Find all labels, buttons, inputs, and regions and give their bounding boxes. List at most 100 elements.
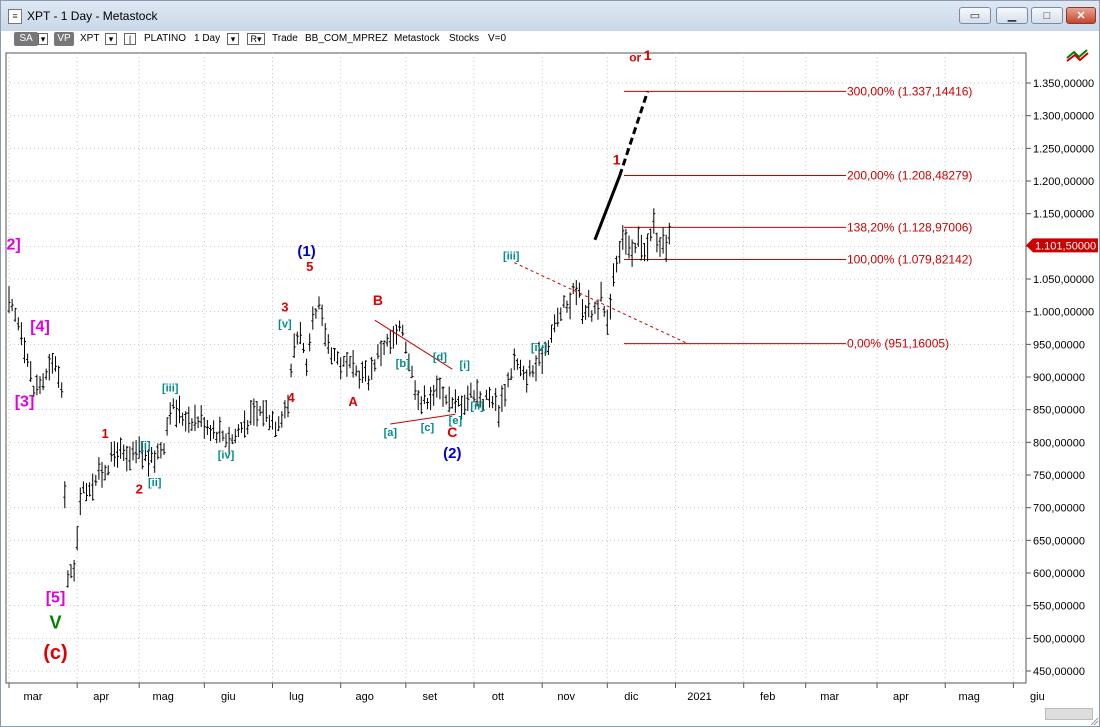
x-tick-label: nov [557,691,575,703]
y-tick-label: 1.050,00000 [1033,274,1094,286]
x-tick-label: apr [93,691,109,703]
restore-layout-button[interactable]: ▭ [959,7,991,24]
data-source: Metastock [394,33,440,44]
horizontal-scrollbar[interactable] [1045,708,1093,720]
sa-dropdown[interactable]: ▾ [38,33,48,45]
y-tick-label: 700,00000 [1033,503,1085,515]
x-tick-label: 2021 [687,691,711,703]
y-tick-label: 500,00000 [1033,633,1085,645]
symbol-dropdown[interactable]: ▾ [105,33,117,45]
wave-label: V [49,613,61,633]
wave-label: [iv] [531,342,548,354]
vp-button[interactable]: VP [54,32,74,46]
wave-label: [i] [140,440,151,452]
wave-label: [4] [30,318,50,335]
chart-tools-icon [1066,49,1089,62]
instrument-name: PLATINO [144,33,187,44]
x-tick-label: set [422,691,437,703]
x-tick-label: ott [492,691,504,703]
title-bar[interactable]: ≡ XPT - 1 Day - Metastock ▭ ▁ □ ✕ [1,1,1099,32]
volume-label: V=0 [488,33,507,44]
y-tick-label: 1.350,00000 [1033,78,1094,90]
y-tick-label: 950,00000 [1033,339,1085,351]
trade-mode[interactable]: Trade [272,32,298,46]
wave-label: [ii] [148,477,162,489]
y-tick-label: 1.250,00000 [1033,143,1094,155]
chevron-down-icon: ▾ [230,34,236,44]
period-dropdown[interactable]: ▾ [227,33,239,45]
layout-name: BB_COM_MPREZ [305,33,388,44]
x-tick-label: feb [760,691,775,703]
x-tick-label: mag [958,691,979,703]
fib-level-label: 138,20% (1.128,97006) [847,220,972,234]
wave-label: (c) [43,642,67,664]
y-tick-label: 900,00000 [1033,372,1085,384]
x-tick-label: mar [820,691,839,703]
y-tick-label: 650,00000 [1033,535,1085,547]
wave-label: [v] [278,318,292,330]
wave-label: 2] [7,237,21,254]
wave-label: (2) [443,445,461,462]
window-title: XPT - 1 Day - Metastock [27,9,158,23]
x-tick-label: mag [152,691,173,703]
wave-label: 5 [306,259,313,274]
category-label: Stocks [449,33,480,44]
layout-icon: ▭ [969,10,981,22]
maximize-button[interactable]: □ [1031,7,1063,24]
wave-label: [c] [421,422,435,434]
y-tick-label: 450,00000 [1033,666,1085,678]
close-button[interactable]: ✕ [1066,7,1096,24]
x-tick-label: giu [1030,691,1045,703]
document-icon: ≡ [8,9,22,24]
fib-level-label: 200,00% (1.208,48279) [847,168,972,182]
y-tick-label: 800,00000 [1033,437,1085,449]
sa-button[interactable]: SA [14,32,38,46]
price-chart[interactable]: 450,00000 500,00000 550,00000 600,00000 650,… [1,49,1099,726]
x-tick-label: apr [893,691,909,703]
chevron-down-icon: ▾ [108,34,114,44]
chart-canvas[interactable]: 450,00000 500,00000 550,00000 600,00000 650,… [1,49,1099,726]
y-tick-label: 1.200,00000 [1033,176,1094,188]
wave-label: [a] [384,427,398,439]
wave-label: (1) [297,243,315,260]
period-label[interactable]: 1 Day [194,32,220,46]
minimize-icon: ▁ [1007,10,1017,22]
wave-label: A [348,394,358,409]
chart-toolbar: SA ▾ VP XPT ▾ | PLATINO 1 Day ▾ R▾ Trade… [1,31,1099,49]
y-tick-label: 1.300,00000 [1033,111,1094,123]
wave-label: C [447,424,457,440]
bar-style-icon: | [128,34,132,44]
fib-level-label: 300,00% (1.337,14416) [847,84,972,98]
wave-label: 3 [281,300,288,315]
x-tick-label: mar [24,691,43,703]
wave-label: 1 [613,152,621,168]
x-tick-label: giu [221,691,236,703]
wave-label: 2 [136,481,143,496]
wave-label: 1 [644,49,652,63]
wave-label: [iii] [162,382,179,394]
wave-label: B [373,292,383,308]
y-tick-label: 750,00000 [1033,470,1085,482]
resize-grip-icon[interactable] [1089,716,1099,726]
fib-level-label: 100,00% (1.079,82142) [847,253,972,267]
bar-style-button[interactable]: | [124,33,136,45]
y-tick-label: 600,00000 [1033,568,1085,580]
minimize-button[interactable]: ▁ [996,7,1028,24]
wave-label: [iv] [218,450,235,462]
y-tick-label: 850,00000 [1033,405,1085,417]
wave-label: [iii] [503,250,520,262]
wave-label: 1 [101,426,108,441]
close-icon: ✕ [1076,10,1086,22]
wave-label: 4 [287,390,295,405]
wave-label: [ii] [470,401,484,413]
symbol-label[interactable]: XPT [80,32,99,46]
last-price-label: 1.101,50000 [1035,240,1096,252]
wave-label: [3] [15,393,35,410]
metastock-window: ≡ XPT - 1 Day - Metastock ▭ ▁ □ ✕ SA ▾ V… [0,0,1100,727]
wave-label: [d] [433,352,447,364]
wave-label: or [629,50,641,64]
y-tick-label: 550,00000 [1033,601,1085,613]
r-button[interactable]: R▾ [247,33,265,45]
plot-area [5,52,1027,684]
x-tick-label: lug [289,691,304,703]
